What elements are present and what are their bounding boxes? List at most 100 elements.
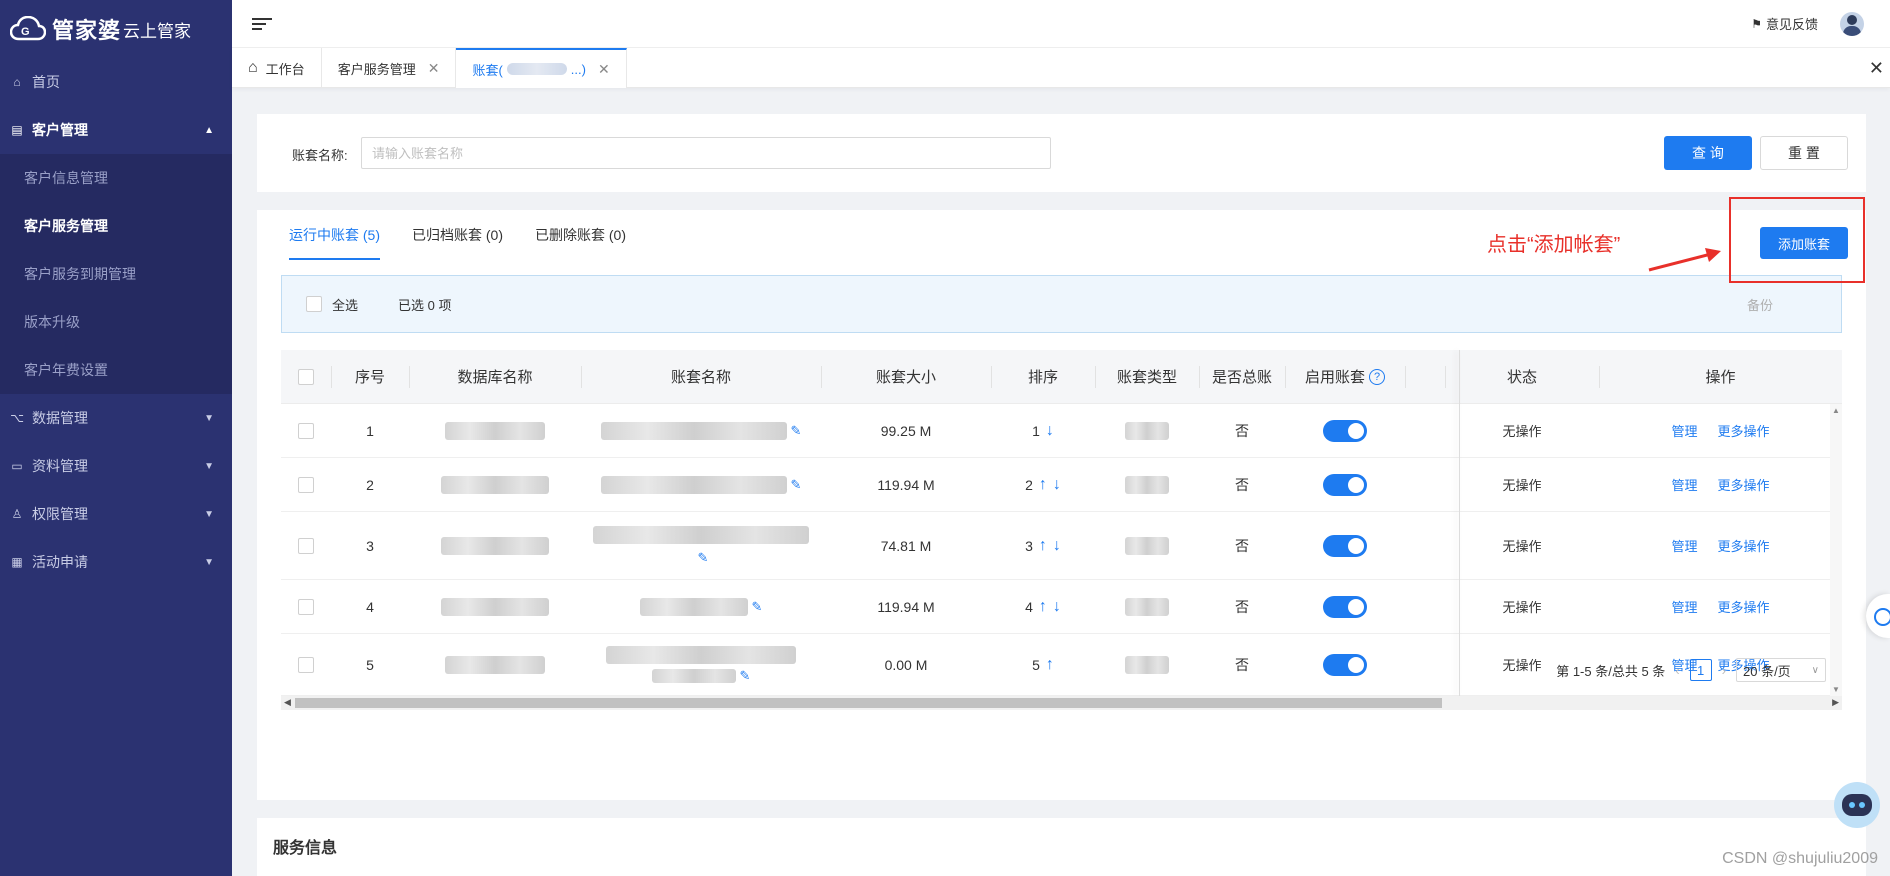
manage-link[interactable]: 管理: [1671, 475, 1697, 494]
backup-button[interactable]: 备份: [1747, 295, 1773, 314]
arrow-down-icon[interactable]: ↓: [1053, 598, 1061, 616]
row-checkbox[interactable]: [298, 476, 314, 493]
row-ops: 管理 更多操作: [1599, 536, 1842, 555]
reset-button[interactable]: 重 置: [1760, 136, 1848, 170]
header-ops: 操作: [1599, 350, 1842, 404]
row-sort: 5 ↑: [991, 656, 1095, 674]
tab-running[interactable]: 运行中账套 (5): [289, 210, 380, 260]
row-sort-value: 2: [1025, 476, 1033, 493]
sidebar-item-version-upgrade[interactable]: 版本升级: [0, 298, 232, 346]
feedback-button[interactable]: ⚑ 意见反馈: [1751, 14, 1818, 33]
sidebar-item-permissions[interactable]: ♙ 权限管理 ▼: [0, 490, 232, 538]
pagination-summary: 第 1-5 条/总共 5 条: [1556, 663, 1666, 679]
avatar[interactable]: [1840, 11, 1864, 36]
selection-bar: 全选 已选 0 项 备份: [281, 275, 1842, 333]
sidebar-item-customer-info[interactable]: 客户信息管理: [0, 154, 232, 202]
sidebar-item-data[interactable]: ⌥ 数据管理 ▼: [0, 394, 232, 442]
more-actions-link[interactable]: 更多操作: [1718, 597, 1770, 616]
page-size-select[interactable]: 20 条/页 ∨: [1736, 658, 1826, 682]
chat-robot-button[interactable]: [1834, 782, 1880, 828]
query-button[interactable]: 查 询: [1664, 136, 1752, 170]
logo[interactable]: G 管家婆 云上管家: [0, 0, 232, 58]
enable-toggle[interactable]: [1323, 653, 1367, 676]
edit-icon[interactable]: ✎: [752, 599, 763, 615]
redacted-text: [600, 475, 787, 494]
scroll-up-icon[interactable]: ▲: [1832, 406, 1840, 415]
page-number[interactable]: 1: [1689, 659, 1712, 681]
enable-toggle[interactable]: [1323, 595, 1367, 618]
row-ops: 管理 更多操作: [1599, 597, 1842, 616]
row-name: ✎: [581, 421, 821, 440]
row-checkbox[interactable]: [298, 422, 314, 439]
scroll-right-icon[interactable]: ▶: [1832, 697, 1839, 708]
sidebar-item-home[interactable]: ⌂ 首页: [0, 58, 232, 106]
tab-workbench[interactable]: ⌂ 工作台: [232, 48, 322, 88]
document-icon: ▦: [11, 555, 23, 569]
edit-icon[interactable]: ✎: [791, 477, 802, 493]
floating-assistant-tab[interactable]: [1866, 594, 1890, 638]
arrow-up-icon[interactable]: ↑: [1039, 476, 1047, 494]
sidebar-item-customer-service[interactable]: 客户服务管理: [0, 202, 232, 250]
arrow-up-icon[interactable]: ↑: [1039, 537, 1047, 555]
header-enable-label: 启用账套: [1304, 369, 1365, 386]
scroll-down-icon[interactable]: ▼: [1832, 685, 1840, 694]
enable-toggle[interactable]: [1323, 473, 1367, 496]
close-icon[interactable]: ✕: [428, 60, 440, 77]
more-actions-link[interactable]: 更多操作: [1718, 421, 1770, 440]
row-type: [1095, 475, 1199, 494]
manage-link[interactable]: 管理: [1671, 421, 1697, 440]
edit-icon[interactable]: ✎: [791, 423, 802, 439]
header-checkbox[interactable]: [298, 368, 314, 385]
manage-link[interactable]: 管理: [1671, 536, 1697, 555]
more-actions-link[interactable]: 更多操作: [1718, 475, 1770, 494]
arrow-down-icon[interactable]: ↓: [1046, 422, 1054, 440]
tab-archived[interactable]: 已归档账套 (0): [412, 210, 503, 260]
redacted-text: [1125, 475, 1169, 494]
vertical-scrollbar[interactable]: ▲ ▼: [1830, 404, 1842, 696]
enable-toggle[interactable]: [1323, 419, 1367, 442]
chevron-down-icon: ▼: [204, 412, 214, 424]
tab-customer-service[interactable]: 客户服务管理 ✕: [322, 48, 457, 88]
edit-icon[interactable]: ✎: [698, 550, 709, 566]
manage-link[interactable]: 管理: [1671, 597, 1697, 616]
help-icon[interactable]: ?: [1369, 368, 1385, 385]
sidebar-item-activity[interactable]: ▦ 活动申请 ▼: [0, 538, 232, 586]
sidebar-item-service-expiry[interactable]: 客户服务到期管理: [0, 250, 232, 298]
scrollbar-thumb[interactable]: [295, 698, 1442, 708]
sidebar: G 管家婆 云上管家 ⌂ 首页 ▤ 客户管理 ▲ 客户信息管理 客户服务管理 客…: [0, 0, 232, 876]
close-all-icon[interactable]: ✕: [1869, 58, 1884, 79]
arrow-up-icon[interactable]: ↑: [1046, 656, 1054, 674]
tab-account-set[interactable]: 账套( ...) ✕: [456, 48, 627, 88]
select-all-checkbox[interactable]: [306, 296, 322, 312]
arrow-down-icon[interactable]: ↓: [1053, 476, 1061, 494]
prev-page-icon[interactable]: ‹: [1675, 663, 1679, 678]
sidebar-item-annual-fee[interactable]: 客户年费设置: [0, 346, 232, 394]
row-db: [409, 421, 581, 440]
sidebar-item-customer[interactable]: ▤ 客户管理 ▲: [0, 106, 232, 154]
more-actions-link[interactable]: 更多操作: [1718, 536, 1770, 555]
row-checkbox-cell: [281, 422, 331, 439]
row-checkbox[interactable]: [298, 537, 314, 554]
enable-toggle[interactable]: [1323, 534, 1367, 557]
brand-name: 管家婆: [52, 18, 122, 43]
row-size: 74.81 M: [880, 537, 932, 554]
chevron-down-icon: ▼: [204, 556, 214, 568]
row-checkbox[interactable]: [298, 656, 314, 673]
arrow-up-icon[interactable]: ↑: [1039, 598, 1047, 616]
horizontal-scrollbar[interactable]: ◀ ▶: [281, 696, 1842, 710]
edit-icon[interactable]: ✎: [740, 668, 751, 684]
next-page-icon[interactable]: ›: [1722, 663, 1726, 678]
menu-toggle-icon[interactable]: [252, 17, 272, 30]
arrow-down-icon[interactable]: ↓: [1053, 537, 1061, 555]
row-checkbox[interactable]: [298, 598, 314, 615]
scroll-left-icon[interactable]: ◀: [284, 697, 291, 708]
row-sort-value: 5: [1032, 656, 1040, 673]
page-size-value: 20 条/页: [1743, 663, 1791, 679]
search-input[interactable]: [361, 137, 1051, 169]
row-seq: 3: [366, 537, 374, 554]
close-icon[interactable]: ✕: [598, 61, 610, 78]
sidebar-item-materials[interactable]: ▭ 资料管理 ▼: [0, 442, 232, 490]
row-enable: [1285, 534, 1405, 557]
row-total: 否: [1235, 476, 1249, 493]
tab-deleted[interactable]: 已删除账套 (0): [535, 210, 626, 260]
